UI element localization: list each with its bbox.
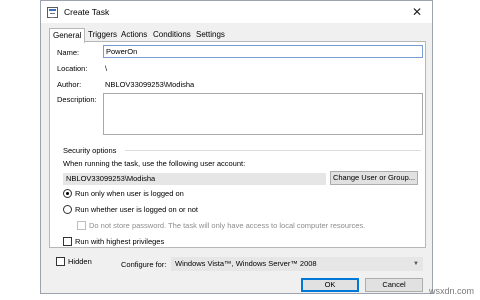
description-textarea[interactable]	[103, 93, 423, 135]
user-account-field: NBLOV33099253\Modisha	[63, 173, 326, 185]
run-logged-on-radio[interactable]	[63, 189, 72, 198]
tab-general[interactable]: General	[49, 28, 86, 43]
ok-button[interactable]: OK	[301, 278, 359, 292]
name-label: Name:	[57, 48, 80, 57]
no-store-password-label: Do not store password. The task will onl…	[89, 221, 366, 230]
configure-for-label: Configure for:	[121, 260, 167, 269]
create-task-dialog: Create Task ✕ General Triggers Actions C…	[40, 0, 433, 294]
run-logged-on-label[interactable]: Run only when user is logged on	[75, 189, 184, 198]
account-prompt: When running the task, use the following…	[63, 159, 246, 168]
tab-actions[interactable]: Actions	[118, 29, 150, 41]
hidden-checkbox[interactable]	[56, 257, 65, 266]
run-whether-label[interactable]: Run whether user is logged on or not	[75, 205, 198, 214]
chevron-down-icon: ▼	[413, 261, 419, 267]
highest-privileges-checkbox[interactable]	[63, 237, 72, 246]
description-label: Description:	[57, 95, 97, 104]
configure-for-select[interactable]: Windows Vista™, Windows Server™ 2008 ▼	[171, 257, 423, 271]
title-bar: Create Task ✕	[41, 1, 432, 23]
author-value: NBLOV33099253\Modisha	[105, 80, 195, 89]
group-divider	[125, 150, 421, 151]
no-store-password-checkbox[interactable]	[77, 221, 86, 230]
cancel-button[interactable]: Cancel	[365, 278, 423, 292]
name-input[interactable]: PowerOn	[103, 45, 423, 58]
general-tab-panel: Name: PowerOn Location: \ Author: NBLOV3…	[49, 41, 426, 248]
run-whether-radio[interactable]	[63, 205, 72, 214]
window-title: Create Task	[64, 7, 110, 17]
tab-conditions[interactable]: Conditions	[150, 29, 194, 41]
location-label: Location:	[57, 64, 88, 73]
task-scheduler-icon	[47, 7, 58, 18]
highest-privileges-label[interactable]: Run with highest privileges	[75, 237, 164, 246]
tab-triggers[interactable]: Triggers	[85, 29, 120, 41]
hidden-label[interactable]: Hidden	[68, 257, 92, 266]
security-options-title: Security options	[63, 146, 117, 155]
tab-settings[interactable]: Settings	[193, 29, 228, 41]
author-label: Author:	[57, 80, 82, 89]
watermark: wsxdn.com	[428, 286, 474, 296]
configure-for-value: Windows Vista™, Windows Server™ 2008	[175, 259, 317, 268]
close-button[interactable]: ✕	[406, 3, 428, 21]
location-value: \	[105, 64, 108, 73]
change-user-button[interactable]: Change User or Group...	[330, 171, 418, 185]
